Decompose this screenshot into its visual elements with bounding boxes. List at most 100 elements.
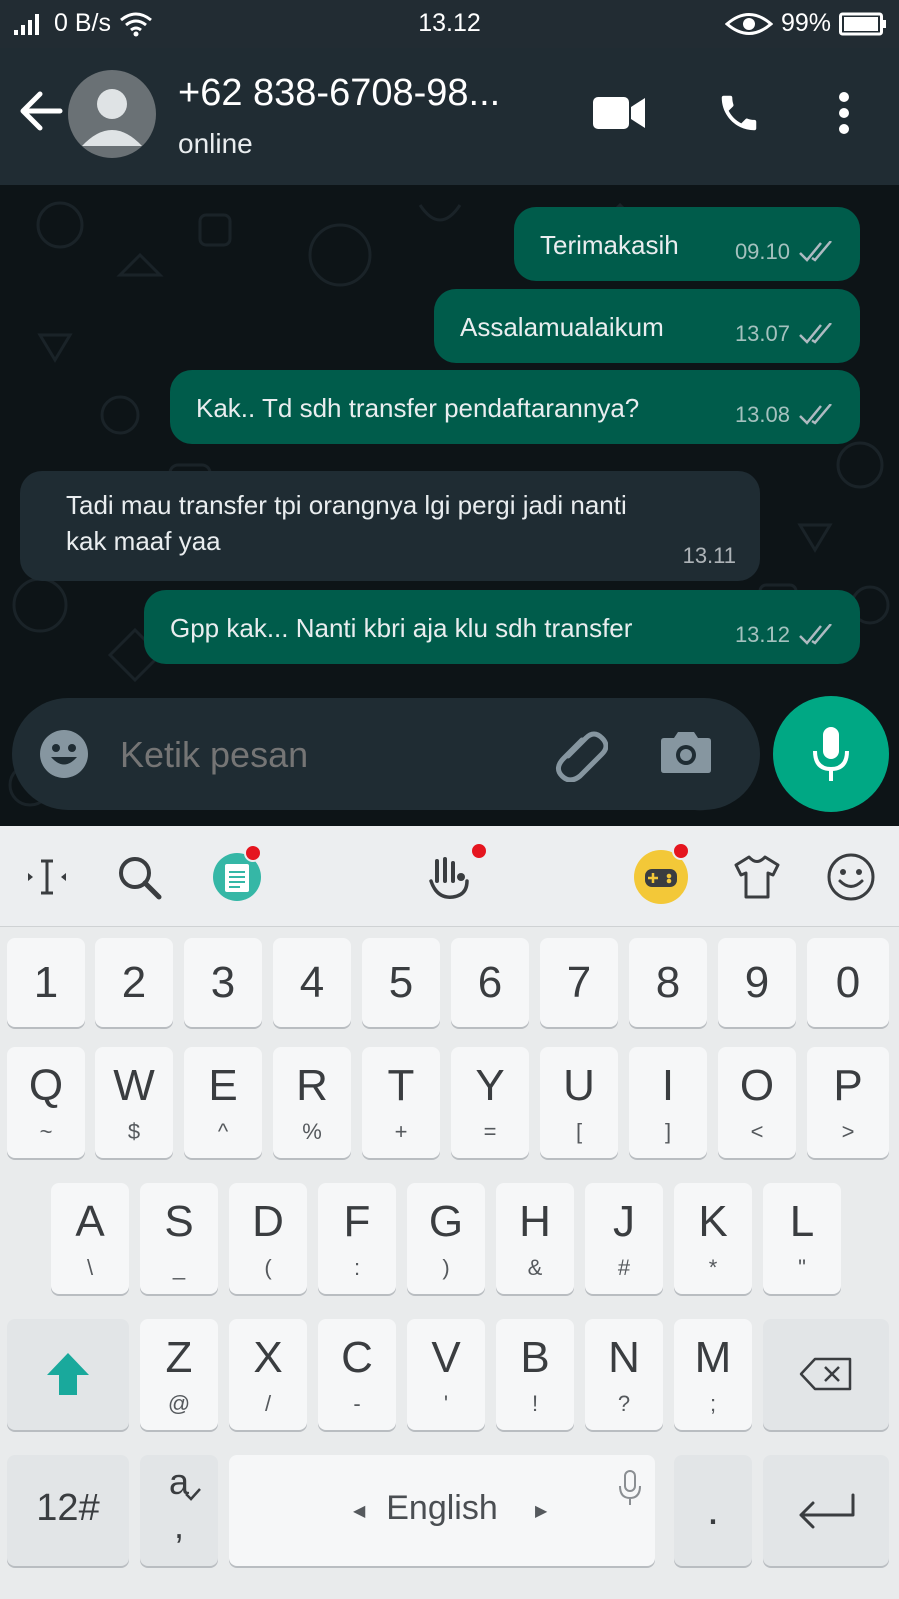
double-check-icon: [799, 241, 832, 262]
key-t[interactable]: T +: [362, 1047, 440, 1158]
voice-call-button[interactable]: [712, 88, 766, 138]
back-arrow-icon[interactable]: [18, 88, 64, 134]
battery-percent: 99%: [780, 9, 831, 37]
status-bar: 0 B/s 13.12 99%: [0, 0, 899, 48]
touchpal-hand-icon: [429, 857, 469, 899]
key-d[interactable]: D(: [229, 1183, 307, 1294]
notification-dot: [672, 842, 690, 860]
check-icon: [185, 1488, 201, 1501]
battery-icon: [839, 12, 886, 35]
more-vert-icon: [839, 92, 849, 134]
video-camera-icon: [593, 97, 645, 129]
key-j[interactable]: J #: [585, 1183, 663, 1294]
message-text: Assalamualaikum: [460, 312, 664, 342]
video-call-button[interactable]: [592, 88, 646, 138]
theme-button[interactable]: [728, 848, 786, 906]
backspace-key[interactable]: [763, 1319, 889, 1430]
message-input[interactable]: [118, 726, 522, 784]
key-2[interactable]: 2: [95, 938, 173, 1027]
message-text: Terimakasih: [540, 230, 679, 260]
emoji-keyboard-button[interactable]: [822, 848, 880, 906]
notification-dot: [470, 842, 488, 860]
keyboard-toolbar: [0, 826, 899, 927]
key-p[interactable]: P >: [807, 1047, 889, 1158]
message-text: Gpp kak... Nanti kbri aja klu sdh transf…: [170, 613, 633, 643]
key-z[interactable]: Z @: [140, 1319, 218, 1430]
contact-status: online: [178, 128, 253, 159]
double-check-icon: [799, 624, 832, 645]
key-r[interactable]: R%: [273, 1047, 351, 1158]
notification-dot: [244, 844, 262, 862]
key-o[interactable]: O <: [718, 1047, 796, 1158]
message-bubble[interactable]: Kak.. Td sdh transfer pendaftarannya? 13…: [170, 370, 860, 444]
message-time: 13.11: [682, 543, 736, 568]
key-g[interactable]: G): [407, 1183, 485, 1294]
chat-header: +62 838-6708-98... online: [0, 48, 899, 185]
voice-record-button[interactable]: [773, 696, 889, 812]
message-bubble-incoming[interactable]: Tadi mau transfer tpi orangnya lgi pergi…: [20, 471, 760, 581]
key-a[interactable]: A \: [51, 1183, 129, 1294]
key-u[interactable]: U[: [540, 1047, 618, 1158]
key-l[interactable]: L ": [763, 1183, 841, 1294]
message-bubble[interactable]: Assalamualaikum 13.07: [434, 289, 860, 363]
key-y[interactable]: Y =: [451, 1047, 529, 1158]
key-v[interactable]: V ': [407, 1319, 485, 1430]
space-key[interactable]: ◀ English ▶: [229, 1455, 655, 1566]
news-button[interactable]: [208, 844, 266, 906]
camera-icon[interactable]: [660, 728, 712, 774]
message-text: Kak.. Td sdh transfer pendaftarannya?: [196, 393, 640, 423]
enter-key[interactable]: [763, 1455, 889, 1566]
cursor-tool-button[interactable]: [18, 848, 76, 906]
double-check-icon: [799, 404, 832, 425]
key-5[interactable]: 5: [362, 938, 440, 1027]
message-composer: [12, 698, 760, 810]
message-time: 13.07: [734, 321, 790, 346]
shift-arrow-icon: [47, 1353, 89, 1395]
key-0[interactable]: 0: [807, 938, 889, 1027]
key-9[interactable]: 9: [718, 938, 796, 1027]
key-e[interactable]: E ^: [184, 1047, 262, 1158]
language-switch-key[interactable]: a ,: [140, 1455, 218, 1566]
key-q[interactable]: Q ~: [7, 1047, 85, 1158]
key-3[interactable]: 3: [184, 938, 262, 1027]
message-text: Tadi mau transfer tpi orangnya lgi pergi…: [66, 490, 627, 556]
message-bubble[interactable]: Gpp kak... Nanti kbri aja klu sdh transf…: [144, 590, 860, 664]
message-time: 09.10: [734, 239, 790, 264]
microphone-icon: [813, 727, 849, 781]
key-i[interactable]: I]: [629, 1047, 707, 1158]
key-c[interactable]: C-: [318, 1319, 396, 1430]
default-avatar-icon: [82, 89, 142, 146]
key-k[interactable]: K *: [674, 1183, 752, 1294]
key-7[interactable]: 7: [540, 938, 618, 1027]
emoji-icon[interactable]: [38, 728, 90, 780]
avatar[interactable]: [68, 70, 156, 158]
contact-name[interactable]: +62 838-6708-98...: [178, 72, 500, 115]
eye-icon: [724, 12, 773, 35]
key-s[interactable]: S _: [140, 1183, 218, 1294]
right-arrow-icon: ▶: [535, 1503, 548, 1520]
shift-key[interactable]: [7, 1319, 129, 1430]
key-x[interactable]: X /: [229, 1319, 307, 1430]
more-options-button[interactable]: [822, 88, 866, 138]
game-center-button[interactable]: [632, 842, 690, 906]
key-m[interactable]: M;: [674, 1319, 752, 1430]
key-h[interactable]: H &: [496, 1183, 574, 1294]
tshirt-icon: [734, 855, 780, 899]
text-cursor-icon: [28, 859, 66, 895]
key-4[interactable]: 4: [273, 938, 351, 1027]
message-bubble[interactable]: Terimakasih 09.10: [514, 207, 860, 281]
symbols-key[interactable]: 12#: [7, 1455, 129, 1566]
double-check-icon: [799, 323, 832, 344]
key-f[interactable]: F:: [318, 1183, 396, 1294]
key-1[interactable]: 1: [7, 938, 85, 1027]
voice-input-icon: [619, 1470, 641, 1505]
search-tool-button[interactable]: [110, 848, 168, 906]
key-n[interactable]: N?: [585, 1319, 663, 1430]
attachment-icon[interactable]: [552, 726, 608, 782]
key-8[interactable]: 8: [629, 938, 707, 1027]
gesture-button[interactable]: [420, 842, 488, 906]
period-key[interactable]: .: [674, 1455, 752, 1566]
key-w[interactable]: W $: [95, 1047, 173, 1158]
key-6[interactable]: 6: [451, 938, 529, 1027]
key-b[interactable]: B!: [496, 1319, 574, 1430]
